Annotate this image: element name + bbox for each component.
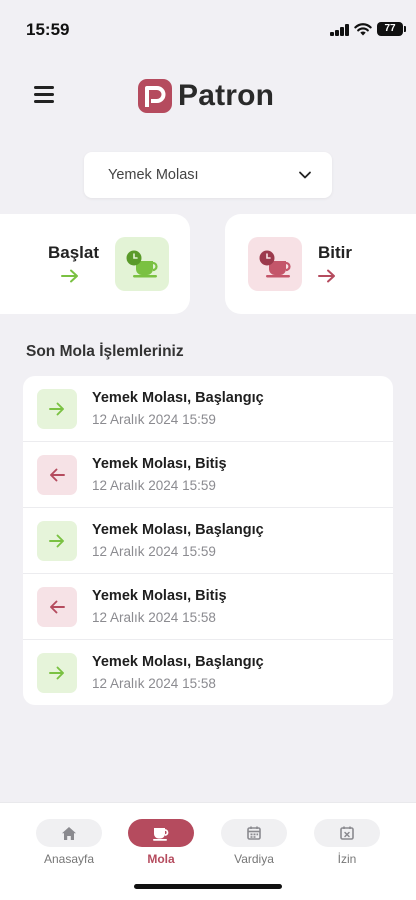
tab-label: Anasayfa xyxy=(43,852,95,866)
start-break-card[interactable]: Başlat xyxy=(0,214,190,314)
list-item[interactable]: Yemek Molası, Başlangıç 12 Aralık 2024 1… xyxy=(23,376,393,442)
arrow-left-icon xyxy=(37,586,77,627)
cellular-signal-icon xyxy=(330,24,350,36)
item-date: 12 Aralık 2024 15:59 xyxy=(92,543,216,559)
wifi-icon xyxy=(354,23,372,36)
calendar-icon xyxy=(221,819,287,847)
app-name: Patron xyxy=(178,79,275,112)
hamburger-menu-icon[interactable] xyxy=(34,86,54,104)
status-bar: 15:59 77 xyxy=(0,0,416,56)
break-type-value: Yemek Molası xyxy=(108,167,199,183)
list-item[interactable]: Yemek Molası, Bitiş 12 Aralık 2024 15:58 xyxy=(23,574,393,640)
item-date: 12 Aralık 2024 15:59 xyxy=(92,477,216,493)
list-item[interactable]: Yemek Molası, Bitiş 12 Aralık 2024 15:59 xyxy=(23,442,393,508)
status-time: 15:59 xyxy=(26,20,70,39)
start-label: Başlat xyxy=(48,243,100,262)
item-date: 12 Aralık 2024 15:58 xyxy=(92,676,216,691)
item-title: Yemek Molası, Bitiş xyxy=(92,455,227,472)
tab-anasayfa[interactable]: Anasayfa xyxy=(36,819,102,866)
item-title: Yemek Molası, Başlangıç xyxy=(92,389,264,406)
arrow-right-icon xyxy=(318,269,335,283)
clock-cup-icon xyxy=(248,237,302,291)
clock-cup-icon xyxy=(115,237,169,291)
item-date: 12 Aralık 2024 15:59 xyxy=(92,411,216,427)
coffee-cup-icon xyxy=(128,819,194,847)
arrow-right-icon xyxy=(61,269,78,283)
arrow-right-icon xyxy=(37,520,77,561)
item-date: 12 Aralık 2024 15:58 xyxy=(92,609,216,625)
battery-icon: 77 xyxy=(377,22,406,36)
section-title: Son Mola İşlemleriniz xyxy=(26,343,184,360)
chevron-down-icon xyxy=(299,171,311,179)
arrow-left-icon xyxy=(37,454,77,495)
item-title: Yemek Molası, Başlangıç xyxy=(92,654,264,670)
item-title: Yemek Molası, Bitiş xyxy=(92,587,227,604)
list-item[interactable]: Yemek Molası, Başlangıç 12 Aralık 2024 1… xyxy=(23,640,393,705)
arrow-right-icon xyxy=(37,653,77,693)
app-logo: Patron xyxy=(138,78,274,114)
item-title: Yemek Molası, Başlangıç xyxy=(92,521,264,538)
arrow-right-icon xyxy=(37,388,77,429)
calendar-x-icon xyxy=(314,819,380,847)
home-icon xyxy=(36,819,102,847)
end-label: Bitir xyxy=(318,243,352,262)
end-break-card[interactable]: Bitir xyxy=(225,214,416,314)
tab-label: Mola xyxy=(147,852,175,866)
tab-label: İzin xyxy=(337,852,357,866)
tab-vardiya[interactable]: Vardiya xyxy=(221,819,287,866)
home-indicator xyxy=(134,884,282,889)
break-type-select[interactable]: Yemek Molası xyxy=(84,152,332,198)
tab-mola[interactable]: Mola xyxy=(128,819,194,866)
tab-izin[interactable]: İzin xyxy=(314,819,380,866)
recent-breaks-list: Yemek Molası, Başlangıç 12 Aralık 2024 1… xyxy=(23,376,393,705)
patron-logo-icon xyxy=(138,79,172,113)
tab-label: Vardiya xyxy=(234,852,274,866)
list-item[interactable]: Yemek Molası, Başlangıç 12 Aralık 2024 1… xyxy=(23,508,393,574)
